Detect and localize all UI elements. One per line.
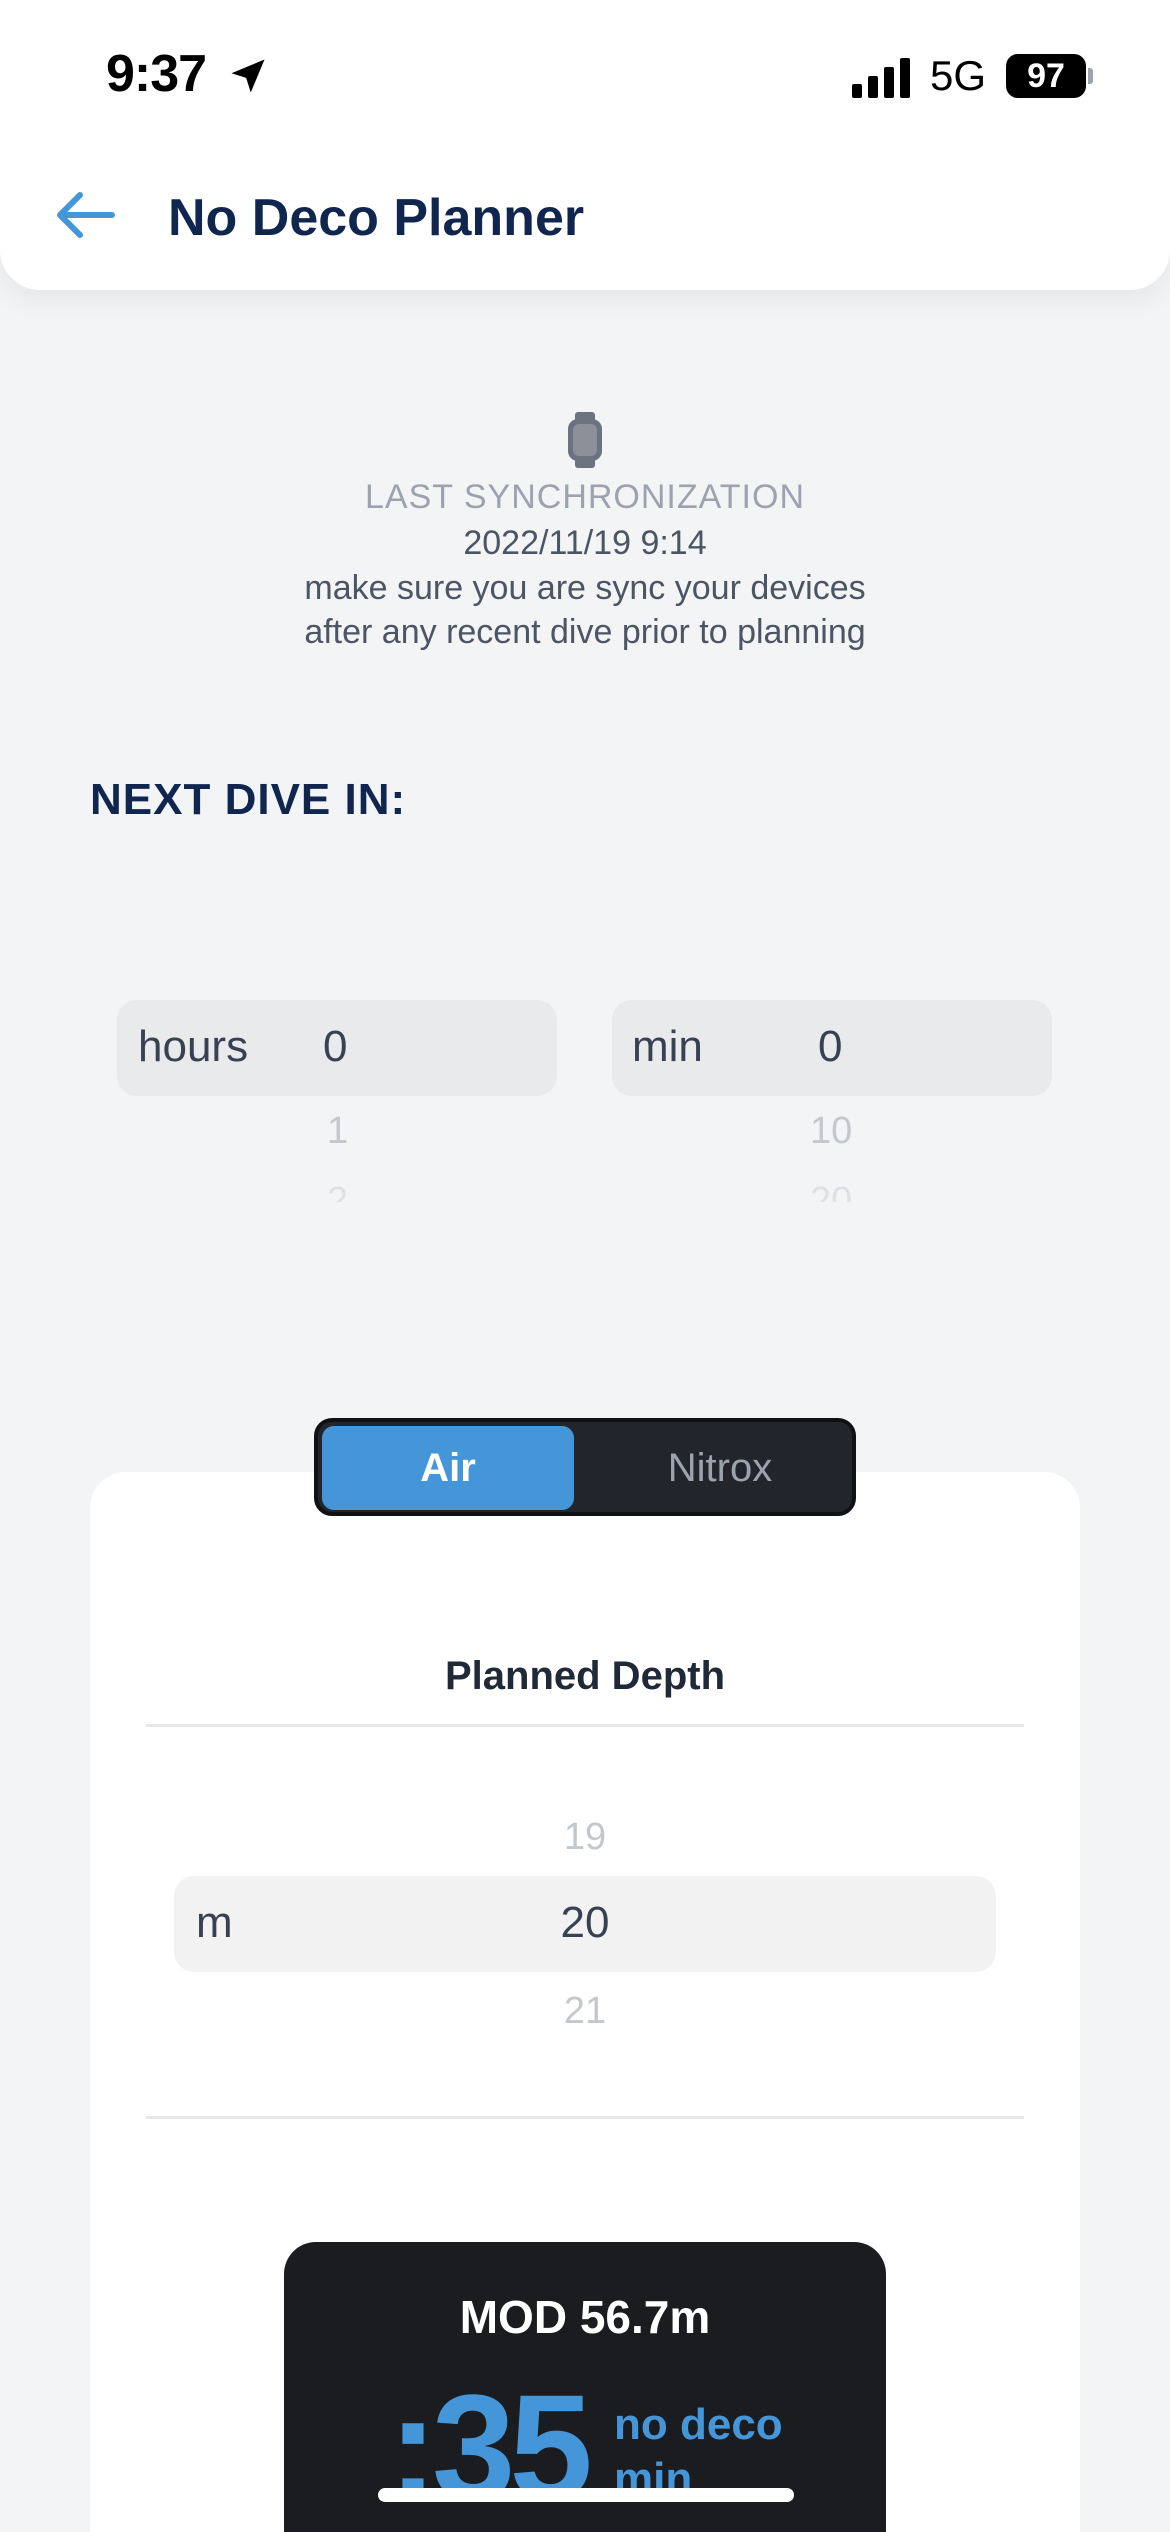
battery-tip xyxy=(1088,68,1093,84)
minutes-next2-option[interactable]: 20 xyxy=(810,1180,852,1202)
gas-option-air[interactable]: Air xyxy=(322,1426,574,1510)
divider-bottom xyxy=(146,2116,1024,2119)
sync-note-line-1: make sure you are sync your devices xyxy=(304,569,866,607)
watch-icon xyxy=(568,412,602,468)
hours-next-option[interactable]: 1 xyxy=(327,1110,348,1153)
depth-next-option[interactable]: 21 xyxy=(0,1990,1170,2033)
no-deco-label-line-1: no deco xyxy=(614,2400,783,2449)
depth-value[interactable]: 20 xyxy=(0,1898,1170,1948)
sync-note: make sure you are sync your devices afte… xyxy=(0,566,1170,654)
hours-value[interactable]: 0 xyxy=(323,1022,347,1072)
depth-prev-option[interactable]: 19 xyxy=(0,1816,1170,1859)
mod-value: MOD 56.7m xyxy=(459,2291,711,2343)
hours-unit: hours xyxy=(138,1022,249,1071)
battery-indicator: 97 xyxy=(1006,54,1086,98)
home-indicator xyxy=(378,2488,794,2502)
signal-icon xyxy=(852,58,910,98)
minutes-next-option[interactable]: 10 xyxy=(810,1110,852,1153)
no-deco-label: no deco min xyxy=(614,2398,834,2498)
back-arrow-icon[interactable] xyxy=(50,185,120,245)
hours-next2-option[interactable]: 2 xyxy=(327,1180,348,1202)
minutes-value[interactable]: 0 xyxy=(818,1022,842,1072)
sync-label: LAST SYNCHRONIZATION xyxy=(364,478,806,516)
next-dive-title: NEXT DIVE IN: xyxy=(90,775,407,824)
sync-date: 2022/11/19 9:14 xyxy=(463,524,707,562)
sync-note-line-2: after any recent dive prior to planning xyxy=(304,613,866,651)
gas-option-nitrox[interactable]: Nitrox xyxy=(590,1426,850,1510)
planned-depth-title: Planned Depth xyxy=(444,1654,726,1698)
location-arrow-icon xyxy=(231,59,265,93)
status-time: 9:37 xyxy=(106,45,207,103)
network-type: 5G xyxy=(930,52,987,99)
divider-top xyxy=(146,1724,1024,1727)
page-title: No Deco Planner xyxy=(168,189,585,247)
minutes-unit: min xyxy=(632,1022,703,1071)
